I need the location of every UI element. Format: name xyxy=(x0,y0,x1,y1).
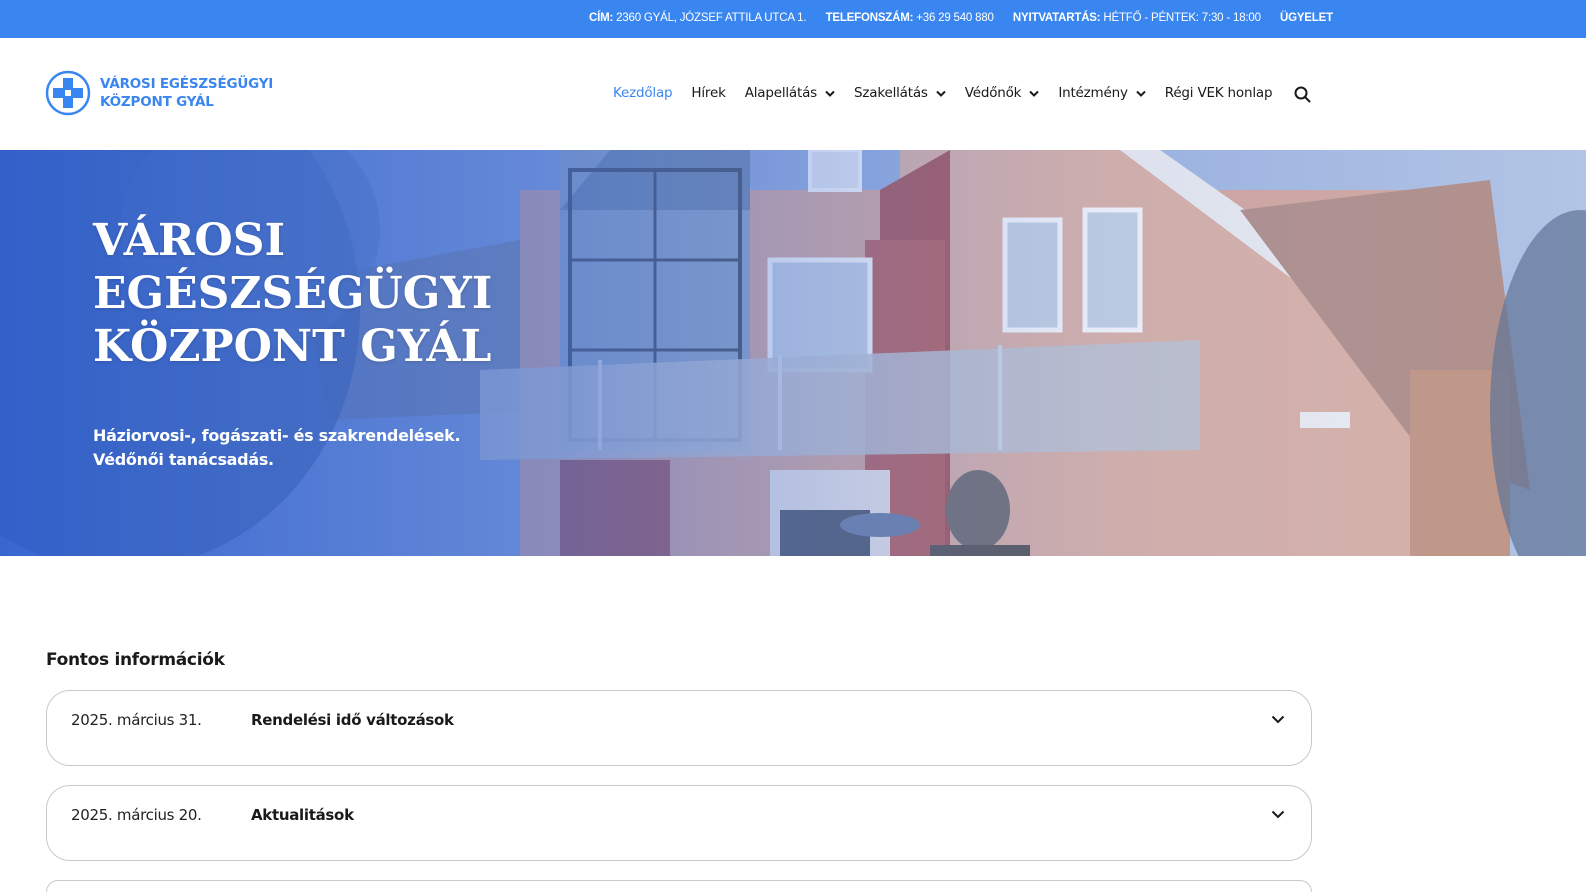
address-value: 2360 GYÁL, JÓZSEF ATTILA UTCA 1. xyxy=(616,12,807,24)
accordion-item[interactable]: 2025. március 20. Aktualitások xyxy=(46,785,1312,861)
nav-item-alapellatas[interactable]: Alapellátás xyxy=(745,85,835,101)
nav-item-regi-vek-honlap[interactable]: Régi VEK honlap xyxy=(1165,85,1273,101)
chevron-down-icon xyxy=(1029,90,1040,97)
phone-label: TELEFONSZÁM: xyxy=(825,12,914,24)
nav-item-hirek[interactable]: Hírek xyxy=(691,85,725,101)
top-info-bar: CÍM: 2360 GYÁL, JÓZSEF ATTILA UTCA 1. TE… xyxy=(0,0,1586,38)
nav-item-intezmeny[interactable]: Intézmény xyxy=(1058,85,1146,101)
accordion-item-partial[interactable] xyxy=(46,880,1312,892)
nav-label: Intézmény xyxy=(1058,85,1128,101)
nav-label: Szakellátás xyxy=(854,85,928,101)
accordion-date: 2025. március 20. xyxy=(71,806,202,824)
address-label: CÍM: xyxy=(589,12,614,24)
nav-item-kezdolap[interactable]: Kezdőlap xyxy=(613,85,673,101)
accordion-title[interactable]: Rendelési idő változások xyxy=(251,711,454,729)
nav-label: Védőnők xyxy=(964,85,1022,101)
chevron-down-icon[interactable] xyxy=(1271,810,1285,819)
section-title: Fontos információk xyxy=(46,650,225,670)
hours-info: NYITVATARTÁS: HÉTFŐ - PÉNTEK: 7:30 - 18:… xyxy=(1013,12,1261,24)
chevron-down-icon xyxy=(1136,90,1146,97)
hero-title-line-2: EGÉSZSÉGÜGYI xyxy=(93,268,493,319)
nav-item-szakellatas[interactable]: Szakellátás xyxy=(854,85,946,101)
nav-label: Régi VEK honlap xyxy=(1164,85,1273,101)
accordion-item[interactable]: 2025. március 31. Rendelési idő változás… xyxy=(46,690,1312,766)
site-logo[interactable]: VÁROSI EGÉSZSÉGÜGYI KÖZPONT GYÁL xyxy=(45,70,273,116)
nav-label: Kezdőlap xyxy=(613,85,673,101)
hero-subtitle-line-1: Háziorvosi-, fogászati- és szakrendelése… xyxy=(93,426,461,445)
nav-item-vedonok[interactable]: Védőnők xyxy=(965,85,1040,101)
duty-link[interactable]: ÜGYELET xyxy=(1280,12,1333,24)
accordion-date: 2025. március 31. xyxy=(71,711,202,729)
logo-line-1: VÁROSI EGÉSZSÉGÜGYI xyxy=(100,76,274,92)
search-icon[interactable] xyxy=(1294,86,1311,103)
phone-value[interactable]: +36 29 540 880 xyxy=(916,12,994,24)
chevron-down-icon[interactable] xyxy=(1271,715,1285,724)
medical-cross-icon xyxy=(45,70,91,116)
hero-subtitle-line-2: Védőnői tanácsadás. xyxy=(93,450,274,469)
logo-line-2: KÖZPONT GYÁL xyxy=(100,94,214,110)
duty-label[interactable]: ÜGYELET xyxy=(1280,12,1333,24)
hero-title: VÁROSI EGÉSZSÉGÜGYI KÖZPONT GYÁL xyxy=(93,214,492,373)
site-header: VÁROSI EGÉSZSÉGÜGYI KÖZPONT GYÁL Kezdőla… xyxy=(0,38,1586,150)
phone-info[interactable]: TELEFONSZÁM: +36 29 540 880 xyxy=(826,12,994,24)
accordion-title[interactable]: Aktualitások xyxy=(251,806,354,824)
main-nav: Kezdőlap Hírek Alapellátás Szakellátás V… xyxy=(613,85,1291,101)
hero-title-line-3: KÖZPONT GYÁL xyxy=(93,321,492,372)
address-info: CÍM: 2360 GYÁL, JÓZSEF ATTILA UTCA 1. xyxy=(589,12,807,24)
nav-label: Hírek xyxy=(691,85,726,101)
hero-banner: VÁROSI EGÉSZSÉGÜGYI KÖZPONT GYÁL Háziorv… xyxy=(0,150,1586,556)
nav-label: Alapellátás xyxy=(744,85,818,101)
hero-title-line-1: VÁROSI xyxy=(93,215,286,266)
chevron-down-icon xyxy=(825,90,835,97)
hero-subtitle: Háziorvosi-, fogászati- és szakrendelése… xyxy=(93,424,461,472)
hours-label: NYITVATARTÁS: xyxy=(1012,12,1101,24)
logo-text: VÁROSI EGÉSZSÉGÜGYI KÖZPONT GYÁL xyxy=(100,75,273,111)
hours-value: HÉTFŐ - PÉNTEK: 7:30 - 18:00 xyxy=(1103,12,1261,24)
chevron-down-icon xyxy=(936,90,946,97)
top-info-content: CÍM: 2360 GYÁL, JÓZSEF ATTILA UTCA 1. TE… xyxy=(589,12,1349,24)
